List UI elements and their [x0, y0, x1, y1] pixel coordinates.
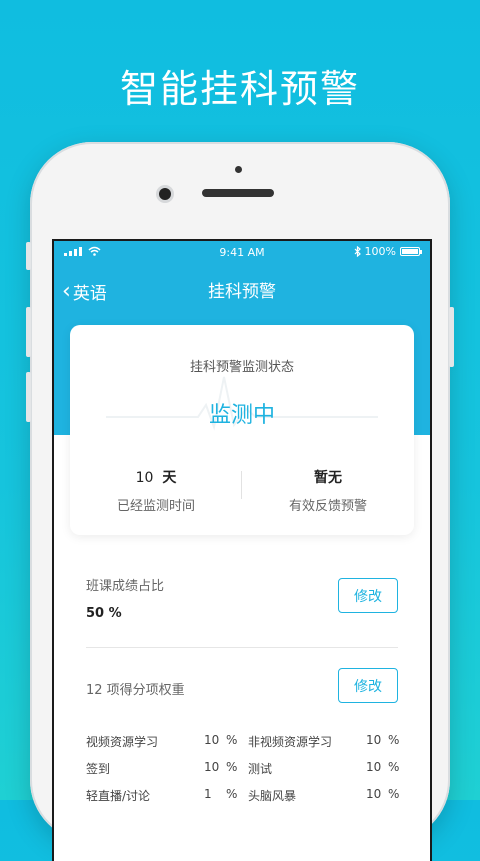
weight-unit: % [226, 733, 238, 747]
weight-value: 10 [366, 787, 382, 801]
app-screen: 9:41 AM 100% ‹ 英语 挂科预警 挂科预警监测状态 监测中 10 天… [52, 239, 432, 861]
weight-name: 视频资源学习 [86, 735, 159, 749]
status-right: 100% [354, 245, 422, 258]
weight-row: 轻直播/讨论 1 % 头脑风暴 10 % [86, 787, 400, 814]
battery-percent: 100% [364, 245, 396, 258]
weight-value: 10 [204, 733, 220, 747]
weight-row: 签到 10 % 测试 10 % [86, 760, 400, 787]
bluetooth-icon [354, 246, 361, 257]
feedback-desc: 有效反馈预警 [288, 499, 367, 514]
monitor-card: 挂科预警监测状态 监测中 10 天 已经监测时间 暂无 有效反馈预警 [70, 325, 414, 535]
weight-value: 1 [204, 787, 212, 801]
status-bar: 9:41 AM 100% [54, 241, 430, 263]
weight-name: 头脑风暴 [248, 789, 297, 803]
weight-unit: % [388, 733, 400, 747]
weight-value: 10 [366, 760, 382, 774]
weights-table: 视频资源学习 10 % 非视频资源学习 10 % 签到 10 % 测试 10 %… [86, 733, 400, 814]
weight-row: 视频资源学习 10 % 非视频资源学习 10 % [86, 733, 400, 760]
weight-value: 10 [366, 733, 382, 747]
edit-weights-button[interactable]: 修改 [338, 668, 398, 703]
front-camera-icon [159, 188, 171, 200]
weight-name: 签到 [86, 762, 111, 776]
feedback-stat: 暂无 有效反馈预警 [242, 467, 414, 514]
weight-unit: % [388, 760, 400, 774]
days-stat: 10 天 已经监测时间 [70, 467, 242, 514]
days-value: 10 [135, 470, 154, 486]
weights-section: 12 项得分项权重 修改 [86, 665, 398, 703]
volume-up-button [26, 307, 31, 357]
earpiece-speaker [202, 189, 274, 197]
edit-score-ratio-button[interactable]: 修改 [338, 578, 398, 613]
headline: 智能挂科预警 [119, 67, 360, 111]
weight-name: 轻直播/讨论 [86, 789, 151, 803]
battery-icon [400, 247, 422, 256]
weight-name: 非视频资源学习 [248, 735, 333, 749]
weight-unit: % [226, 760, 238, 774]
days-desc: 已经监测时间 [116, 499, 195, 514]
section-divider [86, 647, 398, 648]
mute-switch [26, 242, 31, 270]
feedback-value: 暂无 [314, 470, 342, 486]
weight-name: 测试 [248, 762, 273, 776]
weight-value: 10 [204, 760, 220, 774]
sensor-dot [235, 166, 242, 173]
nav-bar: ‹ 英语 挂科预警 [54, 269, 430, 309]
power-button [449, 307, 454, 367]
weight-unit: % [226, 787, 238, 801]
page-title: 挂科预警 [208, 282, 276, 302]
days-unit: 天 [162, 470, 177, 486]
phone-frame: 9:41 AM 100% ‹ 英语 挂科预警 挂科预警监测状态 监测中 10 天… [26, 142, 454, 861]
weight-unit: % [388, 787, 400, 801]
monitor-status: 监测中 [208, 403, 275, 428]
volume-down-button [26, 372, 31, 422]
score-ratio-section: 班课成绩占比 50 % 修改 [86, 575, 398, 621]
